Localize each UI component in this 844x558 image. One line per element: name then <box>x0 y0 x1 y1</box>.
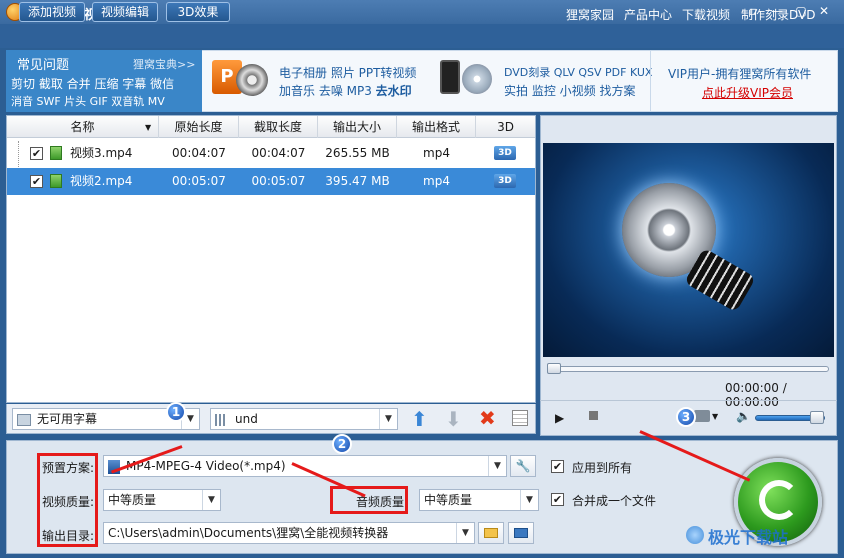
volume-icon[interactable]: 🔈 <box>736 409 751 423</box>
close-button[interactable]: ✕ <box>815 3 833 20</box>
row-clip-length: 00:05:07 <box>251 174 306 188</box>
merge-checkbox[interactable]: ✔ <box>551 493 564 506</box>
move-up-icon[interactable]: ⬆ <box>411 407 428 431</box>
move-down-icon[interactable]: ⬇ <box>445 407 462 431</box>
annotation-badge-2: 2 <box>332 434 352 454</box>
3d-settings-icon[interactable]: 3D <box>494 146 516 160</box>
film-reel-icon <box>236 64 268 96</box>
annotation-badge-3: 3 <box>676 407 696 427</box>
chevron-down-icon: ▼ <box>520 490 538 510</box>
annotation-box-labels <box>37 453 98 547</box>
folder-icon <box>484 528 498 538</box>
subtitle-icon <box>17 413 31 426</box>
apply-all-label: 应用到所有 <box>572 461 633 475</box>
watermark-text: 极光下载站 <box>708 528 789 547</box>
row-original-length: 00:04:07 <box>172 146 226 160</box>
edit-video-button[interactable]: 视频编辑 <box>92 2 158 22</box>
link-liwo-home[interactable]: 狸窝家园 <box>566 6 614 23</box>
video-file-icon <box>50 174 62 188</box>
link-products[interactable]: 产品中心 <box>624 6 672 23</box>
sort-arrow-icon: ▼ <box>145 123 152 132</box>
row-name: 视频2.mp4 <box>70 174 133 188</box>
col-clip-length[interactable]: 截取长度 <box>239 116 318 138</box>
faq-more-link[interactable]: 狸窝宝典>> <box>133 56 195 72</box>
row-checkbox[interactable]: ✔ <box>30 175 43 188</box>
3d-effect-button[interactable]: 3D效果 <box>166 2 230 22</box>
link-download-video[interactable]: 下载视频 <box>682 6 730 23</box>
chevron-down-icon[interactable]: ▼ <box>712 412 718 421</box>
faq-links-row1[interactable]: 剪切 截取 合并 压缩 字幕 微信 <box>11 75 174 92</box>
delete-icon[interactable]: ✖ <box>479 406 496 430</box>
preset-select[interactable]: MP4-MPEG-4 Video(*.mp4) ▼ <box>103 455 507 477</box>
toolbar <box>0 24 844 48</box>
col-name[interactable]: 名称 <box>7 116 159 138</box>
col-3d[interactable]: 3D <box>476 116 535 138</box>
row-checkbox[interactable]: ✔ <box>30 147 43 160</box>
chevron-down-icon: ▼ <box>488 456 506 476</box>
chevron-down-icon: ▼ <box>456 523 474 543</box>
row-clip-length: 00:04:07 <box>251 146 306 160</box>
convert-arrow-icon <box>759 480 799 520</box>
browse-folder-button[interactable] <box>478 522 504 544</box>
vip-text: VIP用户-拥有狸窝所有软件 <box>668 67 812 81</box>
output-dir-field[interactable]: C:\Users\admin\Documents\狸窝\全能视频转换器 ▼ <box>103 522 475 544</box>
col-output-format[interactable]: 输出格式 <box>397 116 476 138</box>
audio-icon <box>215 413 227 426</box>
promo2-line2[interactable]: 实拍 监控 小视频 找方案 <box>504 82 635 99</box>
preset-settings-button[interactable]: 🔧 <box>510 455 536 477</box>
camera-icon[interactable] <box>694 410 710 422</box>
add-video-button[interactable]: 添加视频 <box>19 2 85 22</box>
volume-handle[interactable] <box>810 411 824 424</box>
stop-icon[interactable] <box>589 411 598 420</box>
promo1-line1[interactable]: 电子相册 照片 PPT转视频 <box>279 64 416 81</box>
apply-all-checkbox[interactable]: ✔ <box>551 460 564 473</box>
merge-label: 合并成一个文件 <box>572 494 657 508</box>
col-output-size[interactable]: 输出大小 <box>318 116 397 138</box>
vip-upgrade-link[interactable]: 点此升级VIP会员 <box>702 84 793 101</box>
open-folder-button[interactable] <box>508 522 534 544</box>
row-name: 视频3.mp4 <box>70 146 133 160</box>
3d-settings-icon[interactable]: 3D <box>494 174 516 188</box>
divider <box>540 400 837 401</box>
link-burn-dvd[interactable]: 制作刻录DVD <box>741 6 815 23</box>
col-original-length[interactable]: 原始长度 <box>159 116 239 138</box>
faq-title: 常见问题 <box>17 58 70 73</box>
annotation-box-audio <box>330 486 408 514</box>
chevron-down-icon: ▼ <box>379 409 397 429</box>
row-output-size: 395.47 MB <box>325 174 390 188</box>
time-display: 00:00:00 / 00:00:00 <box>725 381 787 409</box>
open-folder-icon <box>514 528 528 538</box>
seek-handle[interactable] <box>547 363 561 374</box>
promo2-line1[interactable]: DVD刻录 QLV QSV PDF KUX <box>504 64 652 80</box>
dvd-icon <box>462 64 492 94</box>
audio-track-select[interactable]: und ▼ <box>210 408 398 430</box>
audio-quality-select[interactable]: 中等质量 ▼ <box>419 489 539 511</box>
phone-icon <box>440 60 460 94</box>
play-icon[interactable]: ▶ <box>555 411 564 425</box>
row-original-length: 00:05:07 <box>172 174 226 188</box>
row-output-size: 265.55 MB <box>325 146 390 160</box>
faq-links-row2[interactable]: 消音 SWF 片头 GIF 双音轨 MV <box>11 93 165 109</box>
row-output-format: mp4 <box>423 174 450 188</box>
watermark-logo-icon <box>686 526 704 544</box>
row-output-format: mp4 <box>423 146 450 160</box>
seek-bar[interactable] <box>548 366 829 372</box>
video-quality-select[interactable]: 中等质量 ▼ <box>103 489 221 511</box>
banner-divider <box>650 50 651 112</box>
chevron-down-icon: ▼ <box>202 490 220 510</box>
annotation-badge-1: 1 <box>166 402 186 422</box>
clear-list-icon[interactable] <box>512 410 528 426</box>
video-file-icon <box>50 146 62 160</box>
promo1-line2[interactable]: 加音乐 去噪 MP3 去水印 <box>279 82 412 99</box>
